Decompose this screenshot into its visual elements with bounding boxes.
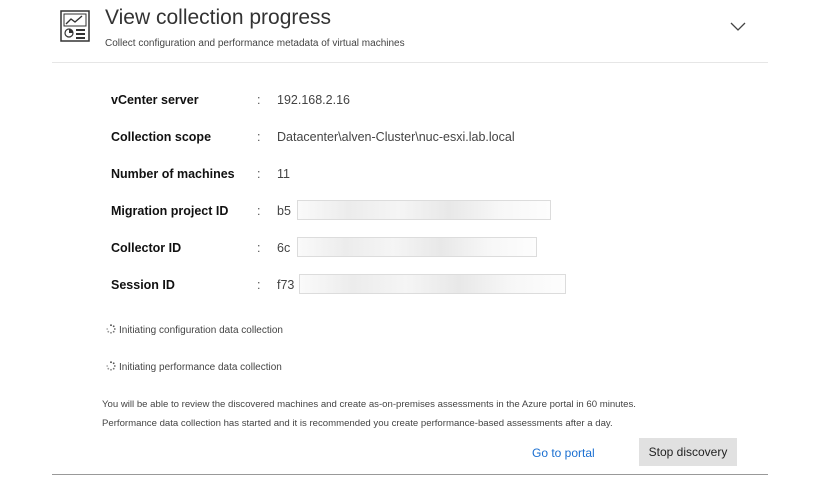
detail-separator: : <box>257 241 261 255</box>
divider <box>52 474 768 475</box>
detail-label: vCenter server <box>111 93 199 107</box>
detail-row-collector-id: Collector ID : 6c <box>111 230 711 267</box>
status-performance-collection: Initiating performance data collection <box>106 361 282 373</box>
spinner-icon <box>106 361 116 371</box>
detail-value: 192.168.2.16 <box>277 93 350 107</box>
stop-discovery-button[interactable]: Stop discovery <box>639 438 737 466</box>
info-note-line: You will be able to review the discovere… <box>102 399 636 410</box>
detail-value: b5 <box>277 204 291 218</box>
detail-label: Migration project ID <box>111 204 229 218</box>
page-subtitle: Collect configuration and performance me… <box>105 38 405 49</box>
go-to-portal-link[interactable]: Go to portal <box>532 446 595 460</box>
status-text: Initiating performance data collection <box>119 362 282 373</box>
info-note: You will be able to review the discovere… <box>102 395 762 433</box>
report-chart-icon <box>60 10 90 42</box>
redacted-value <box>297 237 537 257</box>
detail-label: Session ID <box>111 278 175 292</box>
info-note-line: Performance data collection has started … <box>102 418 613 429</box>
detail-label: Collection scope <box>111 130 212 144</box>
detail-row-session-id: Session ID : f73 <box>111 267 711 304</box>
detail-separator: : <box>257 130 261 144</box>
section-header[interactable]: View collection progress Collect configu… <box>52 0 768 63</box>
detail-value: Datacenter\alven-Cluster\nuc-esxi.lab.lo… <box>277 130 515 144</box>
detail-row-vcenter-server: vCenter server : 192.168.2.16 <box>111 82 711 119</box>
chevron-down-icon[interactable] <box>730 22 746 32</box>
redacted-value <box>299 274 566 294</box>
detail-separator: : <box>257 167 261 181</box>
detail-row-collection-scope: Collection scope : Datacenter\alven-Clus… <box>111 119 711 156</box>
status-configuration-collection: Initiating configuration data collection <box>106 324 283 336</box>
detail-label: Collector ID <box>111 241 182 255</box>
detail-value: 6c <box>277 241 291 255</box>
detail-separator: : <box>257 278 261 292</box>
detail-value: 11 <box>277 167 290 181</box>
detail-label: Number of machines <box>111 167 235 181</box>
spinner-icon <box>106 324 116 334</box>
redacted-value <box>297 200 551 220</box>
detail-value: f73 <box>277 278 295 292</box>
detail-separator: : <box>257 204 261 218</box>
page-title: View collection progress <box>105 6 332 29</box>
detail-row-migration-project-id: Migration project ID : b5 <box>111 193 711 230</box>
detail-separator: : <box>257 93 261 107</box>
detail-row-number-of-machines: Number of machines : 11 <box>111 156 711 193</box>
status-text: Initiating configuration data collection <box>119 325 283 336</box>
